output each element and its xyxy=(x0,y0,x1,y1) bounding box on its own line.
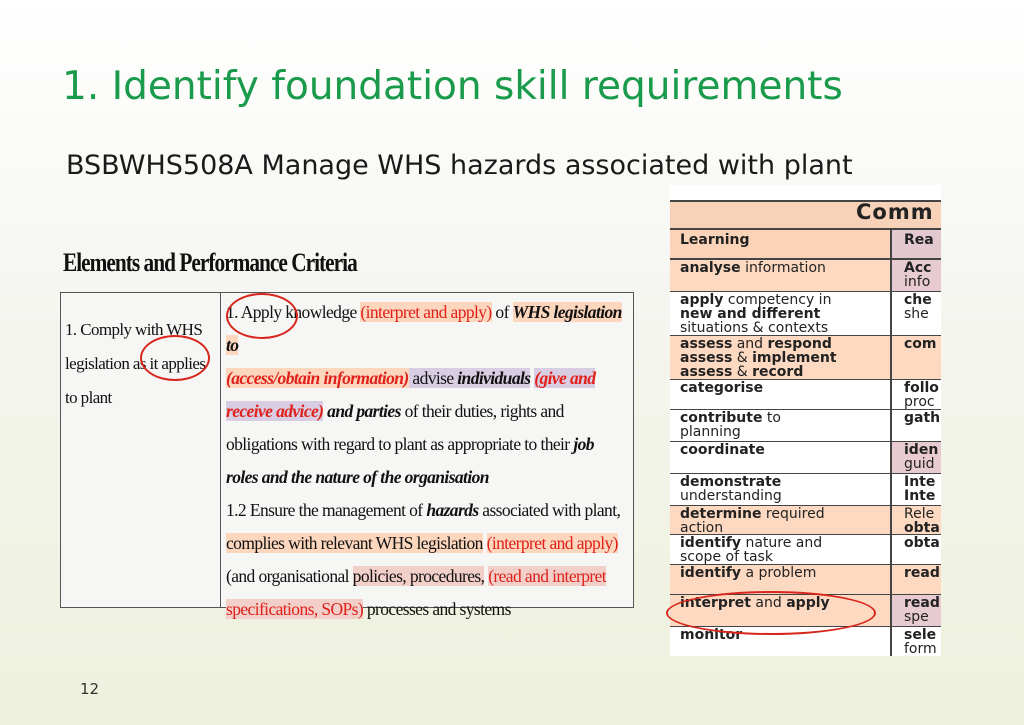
table-row: categorise follo proc xyxy=(670,380,941,410)
verbs-table-header: Learning Rea xyxy=(670,230,941,260)
table-row: determine required action Rele obta xyxy=(670,506,941,535)
unit-title: BSBWHS508A Manage WHS hazards associated… xyxy=(66,150,853,181)
table-row: identify a problem read xyxy=(670,565,941,595)
pc-text: of xyxy=(491,302,513,322)
table-row: demonstrate understanding Inte Inte xyxy=(670,474,941,506)
annotation-circle-applies xyxy=(140,335,210,381)
performance-criterion-1-2: 1.2 Ensure the management of hazards ass… xyxy=(226,494,627,626)
header-reading: Rea xyxy=(890,230,941,258)
skill-tag-interpret-apply: (interpret and apply) xyxy=(360,302,492,322)
pc-highlight: policies, procedures, xyxy=(352,566,485,586)
page-number: 12 xyxy=(80,680,100,698)
table-row: contribute to planning gath xyxy=(670,410,941,442)
annotation-circle-apply xyxy=(226,293,298,339)
pc-highlight: complies with relevant WHS legislation xyxy=(226,533,483,553)
skill-tag-interpret-apply: (interpret and apply) xyxy=(486,533,618,553)
header-learning: Learning xyxy=(670,230,890,258)
slide-title: 1. Identify foundation skill requirement… xyxy=(62,64,843,109)
verbs-title-text: Comm xyxy=(856,200,934,224)
pc-text: advise xyxy=(408,368,458,388)
pc-text: 1.2 Ensure the management of xyxy=(226,500,427,520)
verbs-table-title: Comm xyxy=(670,200,941,230)
criteria-heading: Elements and Performance Criteria xyxy=(63,248,358,277)
pc-key-term: and parties xyxy=(327,401,401,421)
skill-tag-access-obtain: (access/obtain information) xyxy=(226,368,409,388)
pc-key-term: individuals xyxy=(457,368,531,388)
table-row: identify nature and scope of task obta xyxy=(670,535,941,565)
table-row: coordinate iden guid xyxy=(670,442,941,474)
pc-key-term: hazards xyxy=(426,500,479,520)
core-skills-verbs-table: Comm Learning Rea analyse information Ac… xyxy=(670,185,941,656)
pc-text: (and organisational xyxy=(226,566,353,586)
pc-text: associated with plant, xyxy=(478,500,621,520)
criteria-table: 1. Comply with WHS legislation as it app… xyxy=(60,292,634,619)
table-row: analyse information Acc info xyxy=(670,260,941,292)
table-row: apply competency in new and different situ… xyxy=(670,292,941,336)
annotation-circle-interpret-apply xyxy=(666,591,876,635)
table-row: assess and respond assess & implement asse… xyxy=(670,336,941,380)
performance-criteria-cell: 1. Apply knowledge (interpret and apply)… xyxy=(222,293,633,619)
pc-text: processes and systems xyxy=(363,599,512,619)
